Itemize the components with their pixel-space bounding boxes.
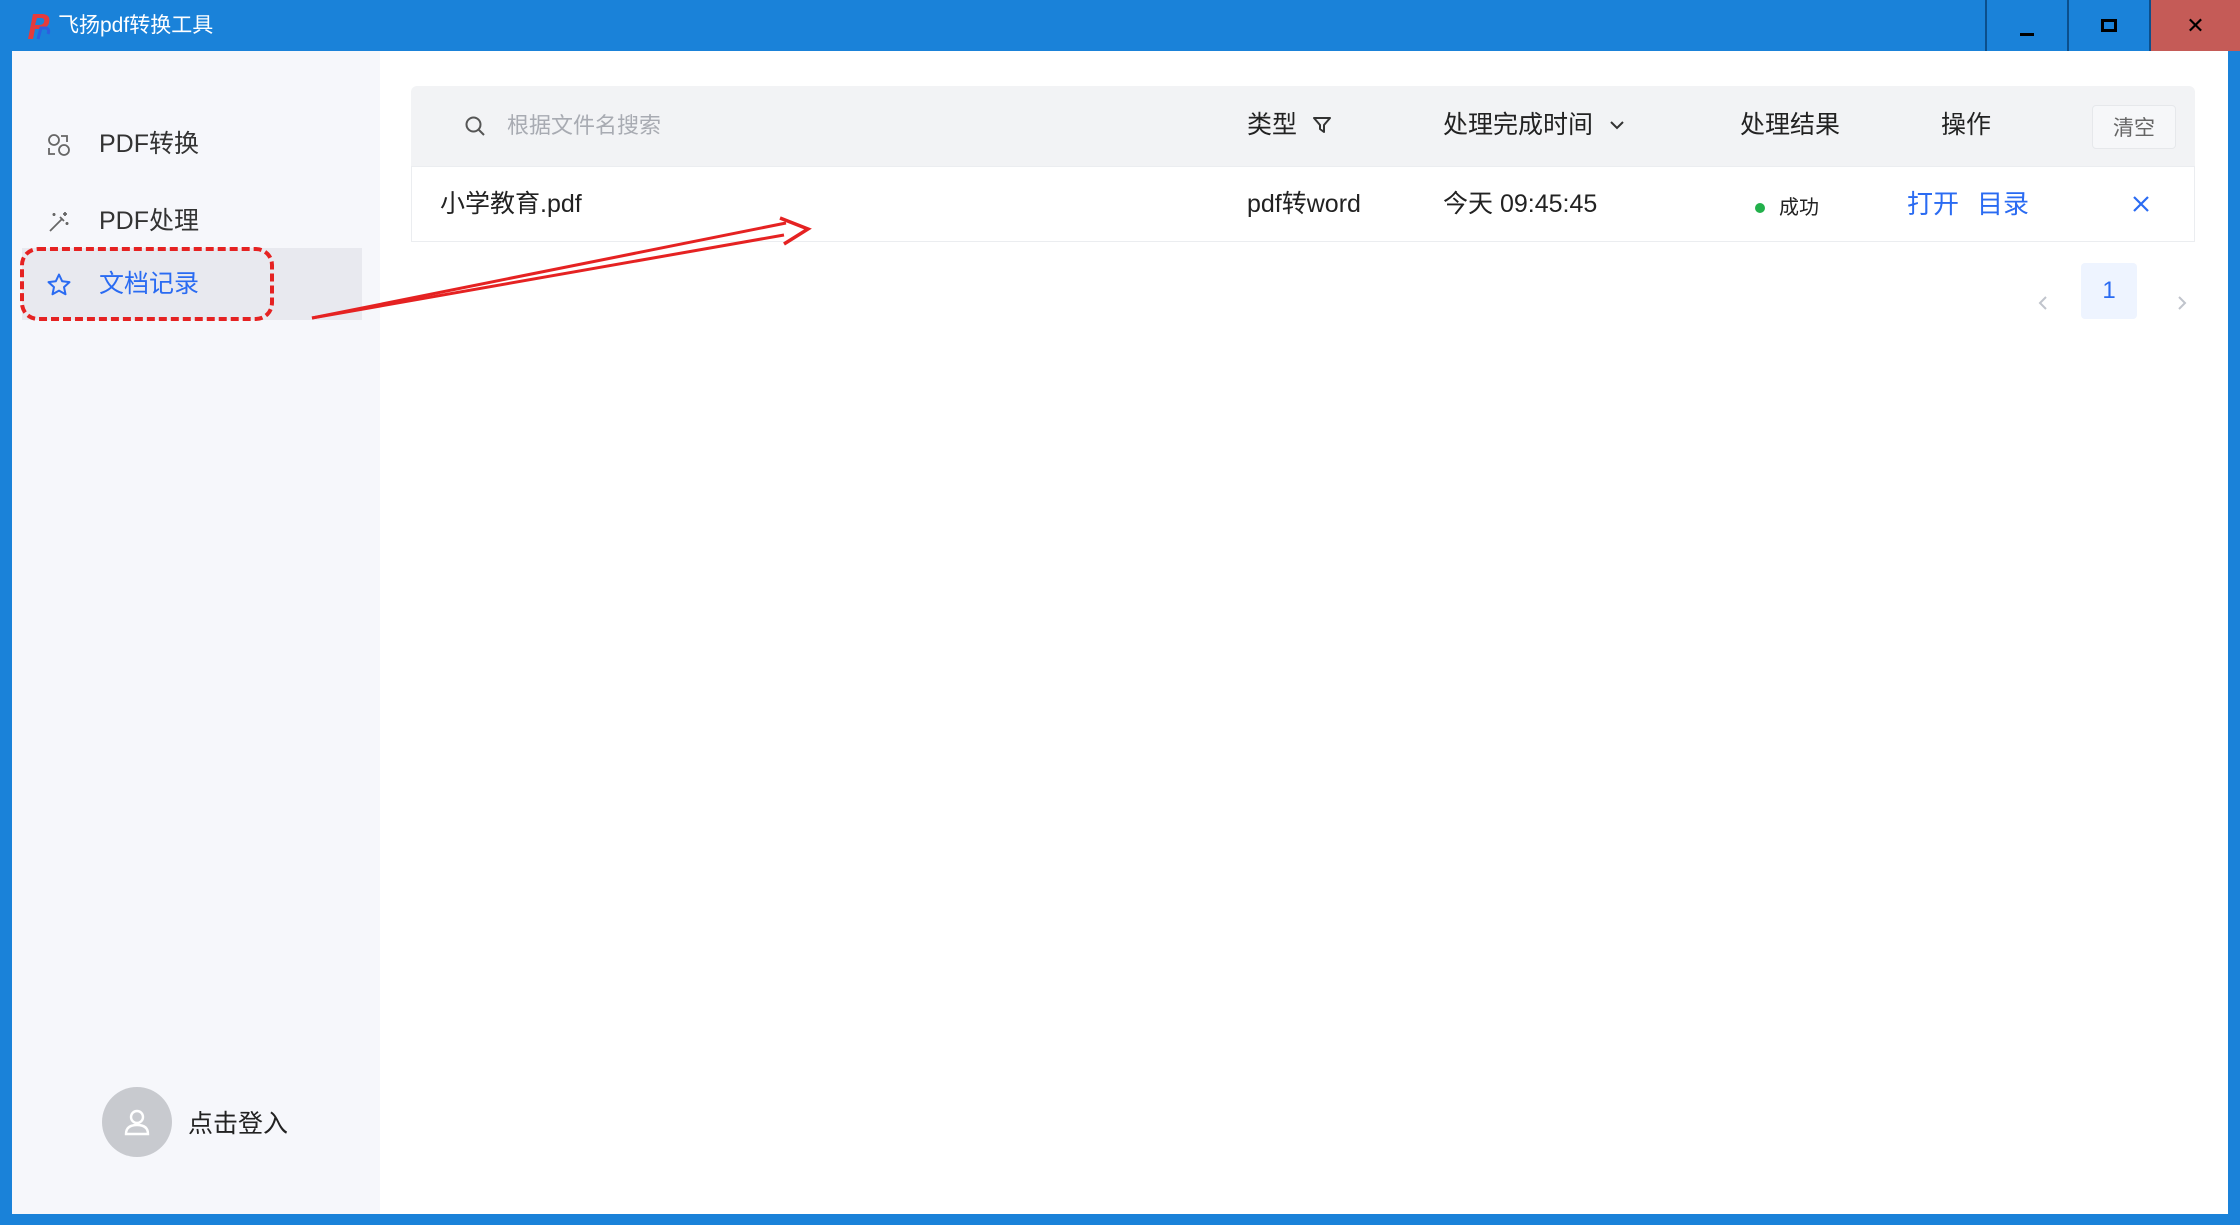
column-header-action: 操作 [1941, 111, 1992, 139]
conversion-type: pdf转word [1247, 190, 1361, 218]
minimize-button[interactable] [1985, 0, 2067, 51]
column-header-result: 处理结果 [1740, 111, 1841, 139]
pagination-page-1[interactable]: 1 [2081, 263, 2137, 319]
sidebar-item-pdf-convert[interactable]: PDF转换 [22, 108, 362, 180]
sidebar: PDF转换 PDF处理 文档记录 点击登入 [12, 51, 380, 1214]
search-icon [465, 116, 485, 136]
filter-icon[interactable] [1311, 114, 1333, 136]
annotation-highlight [20, 247, 274, 321]
user-icon [124, 1109, 150, 1136]
pagination-next-button[interactable] [2164, 286, 2198, 320]
delete-icon[interactable] [2128, 191, 2154, 217]
maximize-button[interactable] [2067, 0, 2149, 51]
search-input[interactable] [507, 106, 1107, 146]
column-header-type: 类型 [1247, 108, 1333, 142]
avatar [102, 1087, 172, 1157]
convert-icon [48, 134, 70, 156]
close-button[interactable]: ✕ [2149, 0, 2240, 51]
close-icon: ✕ [2186, 12, 2205, 38]
table-row: 小学教育.pdf pdf转word 今天 09:45:45 成功 打开 目录 [411, 166, 2195, 242]
app-logo-icon [28, 14, 51, 40]
sidebar-item-label: PDF转换 [99, 130, 200, 158]
column-header-time[interactable]: 处理完成时间 [1443, 108, 1627, 142]
open-file-link[interactable]: 打开 [1907, 187, 1959, 221]
window-client: PDF转换 PDF处理 文档记录 点击登入 根据文件名搜索 类型 处理完成时间 … [12, 51, 2228, 1214]
file-name: 小学教育.pdf [440, 190, 582, 218]
login-button[interactable]: 点击登入 [102, 1087, 288, 1157]
magic-wand-icon [49, 212, 69, 232]
clear-button[interactable]: 清空 [2092, 105, 2176, 149]
table-header: 类型 处理完成时间 处理结果 操作 清空 [411, 86, 2195, 166]
success-dot-icon [1755, 203, 1765, 213]
app-title: 飞扬pdf转换工具 [58, 14, 214, 37]
minimize-icon [2020, 33, 2034, 36]
login-label: 点击登入 [188, 1110, 289, 1138]
chevron-right-icon [2178, 296, 2187, 310]
finish-time: 今天 09:45:45 [1443, 190, 1598, 218]
maximize-icon [2101, 19, 2117, 32]
open-directory-link[interactable]: 目录 [1977, 187, 2029, 221]
status-badge: 成功 [1755, 191, 1819, 225]
pagination-prev-button[interactable] [2027, 286, 2061, 320]
title-bar: 飞扬pdf转换工具 ✕ [0, 0, 2240, 51]
chevron-down-icon [1610, 121, 1624, 130]
sidebar-item-label: PDF处理 [99, 207, 200, 235]
chevron-left-icon [2038, 296, 2047, 310]
